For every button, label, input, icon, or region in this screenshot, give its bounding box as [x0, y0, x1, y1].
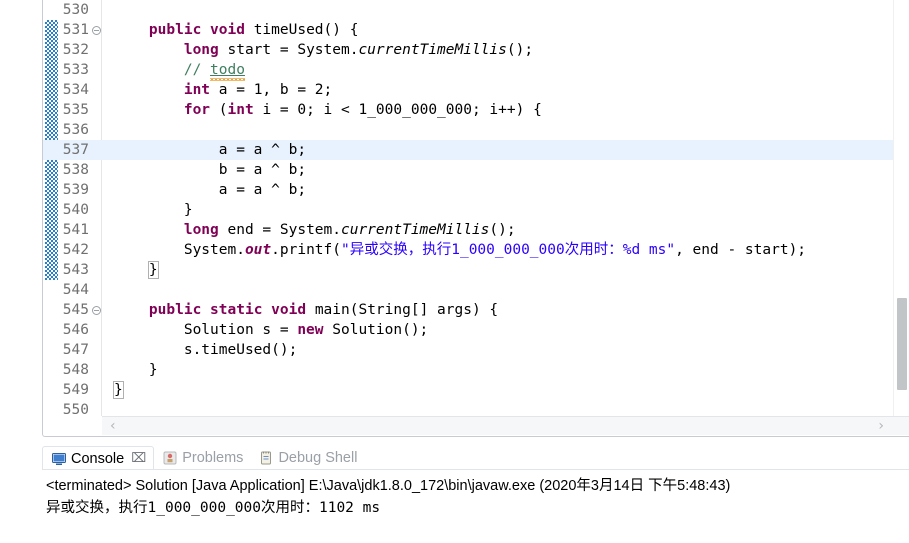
line-number: 533: [62, 62, 89, 78]
line-number: 545: [62, 302, 89, 318]
line-number: 534: [62, 82, 89, 98]
console-program-output: 异或交换，执行1_000_000_000次用时：1102 ms: [46, 500, 381, 516]
code-text: // todo: [183, 62, 245, 78]
editor-left-margin: [0, 0, 42, 437]
code-text: System.out.printf("异或交换，执行1_000_000_000次…: [114, 242, 807, 258]
fold-collapse-icon[interactable]: [90, 20, 102, 40]
scroll-left-arrow-icon[interactable]: ‹: [102, 418, 124, 434]
code-line[interactable]: 538 b = a ^ b;: [43, 160, 909, 180]
code-line[interactable]: 545 public static void main(String[] arg…: [43, 300, 909, 320]
code-line[interactable]: 537 a = a ^ b;: [43, 140, 909, 160]
code-text: }: [114, 202, 193, 218]
tab-console[interactable]: Console ⌧: [42, 446, 155, 470]
code-text: s.timeUsed();: [114, 342, 298, 358]
console-output-area[interactable]: <terminated> Solution [Java Application]…: [42, 471, 909, 543]
line-number: 540: [62, 202, 89, 218]
problems-icon: [162, 450, 178, 466]
editor-vertical-scrollbar[interactable]: [893, 0, 909, 416]
code-text: }: [114, 362, 158, 378]
line-number: 530: [62, 2, 89, 18]
code-text: }: [147, 261, 159, 279]
console-launch-header: <terminated> Solution [Java Application]…: [46, 478, 731, 494]
debug-shell-icon: [258, 450, 274, 466]
console-view: Console ⌧ Problems Debug Shell <terminated>…: [42, 440, 909, 543]
code-line[interactable]: 530: [43, 0, 909, 20]
code-text: long end = System.currentTimeMillis();: [183, 222, 516, 238]
console-icon: [51, 451, 67, 467]
line-number: 548: [62, 362, 89, 378]
code-text: public static void main(String[] args) {: [148, 302, 499, 318]
code-line[interactable]: 536: [43, 120, 909, 140]
code-line[interactable]: 534 int a = 1, b = 2;: [43, 80, 909, 100]
line-number: 532: [62, 42, 89, 58]
editor-vertical-scrollbar-thumb[interactable]: [897, 298, 907, 390]
code-line[interactable]: 547 s.timeUsed();: [43, 340, 909, 360]
code-line[interactable]: 549}: [43, 380, 909, 400]
code-text: a = a ^ b;: [114, 142, 307, 158]
code-lines-container[interactable]: 530 531 public void timeUsed() {532 long …: [43, 0, 909, 420]
tabbar-underline: [42, 469, 909, 470]
code-text: a = a ^ b;: [114, 182, 307, 198]
line-number: 544: [62, 282, 89, 298]
code-line[interactable]: 532 long start = System.currentTimeMilli…: [43, 40, 909, 60]
code-text: long start = System.currentTimeMillis();: [183, 42, 534, 58]
tab-debug-shell[interactable]: Debug Shell: [250, 446, 364, 470]
line-number: 537: [62, 142, 89, 158]
code-line[interactable]: 544: [43, 280, 909, 300]
line-number: 546: [62, 322, 89, 338]
code-line[interactable]: 541 long end = System.currentTimeMillis(…: [43, 220, 909, 240]
code-line[interactable]: 531 public void timeUsed() {: [43, 20, 909, 40]
tab-label: Console: [71, 450, 125, 467]
eclipse-ide-window: 530 531 public void timeUsed() {532 long …: [0, 0, 909, 543]
line-number: 550: [62, 402, 89, 418]
code-line[interactable]: 548 }: [43, 360, 909, 380]
line-number: 541: [62, 222, 89, 238]
code-text: int a = 1, b = 2;: [183, 82, 333, 98]
line-number: 549: [62, 382, 89, 398]
line-number: 535: [62, 102, 89, 118]
code-text: public void timeUsed() {: [148, 22, 359, 38]
code-line[interactable]: 542 System.out.printf("异或交换，执行1_000_000_…: [43, 240, 909, 260]
line-number: 542: [62, 242, 89, 258]
java-source-editor[interactable]: 530 531 public void timeUsed() {532 long …: [42, 0, 909, 437]
code-text: b = a ^ b;: [114, 162, 307, 178]
close-icon[interactable]: ⌧: [131, 451, 146, 466]
code-line[interactable]: 535 for (int i = 0; i < 1_000_000_000; i…: [43, 100, 909, 120]
code-line[interactable]: 533 // todo: [43, 60, 909, 80]
console-view-tabbar[interactable]: Console ⌧ Problems Debug Shell: [42, 444, 364, 470]
code-line[interactable]: 543 }: [43, 260, 909, 280]
tab-label: Problems: [182, 450, 244, 466]
line-number: 538: [62, 162, 89, 178]
tab-label: Debug Shell: [278, 450, 358, 466]
code-line[interactable]: 540 }: [43, 200, 909, 220]
scroll-right-arrow-icon[interactable]: ›: [870, 418, 892, 434]
code-text: Solution s = new Solution();: [114, 322, 429, 338]
tab-problems[interactable]: Problems: [154, 446, 250, 470]
line-number: 539: [62, 182, 89, 198]
editor-horizontal-scrollbar[interactable]: ‹ ›: [102, 416, 892, 435]
code-text: }: [113, 381, 124, 399]
line-number: 536: [62, 122, 89, 138]
code-line[interactable]: 546 Solution s = new Solution();: [43, 320, 909, 340]
code-line[interactable]: 539 a = a ^ b;: [43, 180, 909, 200]
line-number: 543: [62, 262, 89, 278]
fold-collapse-icon[interactable]: [90, 300, 102, 320]
line-number: 547: [62, 342, 89, 358]
scrollbar-corner: [892, 416, 909, 435]
line-number: 531: [62, 22, 89, 38]
code-text: for (int i = 0; i < 1_000_000_000; i++) …: [183, 102, 542, 118]
